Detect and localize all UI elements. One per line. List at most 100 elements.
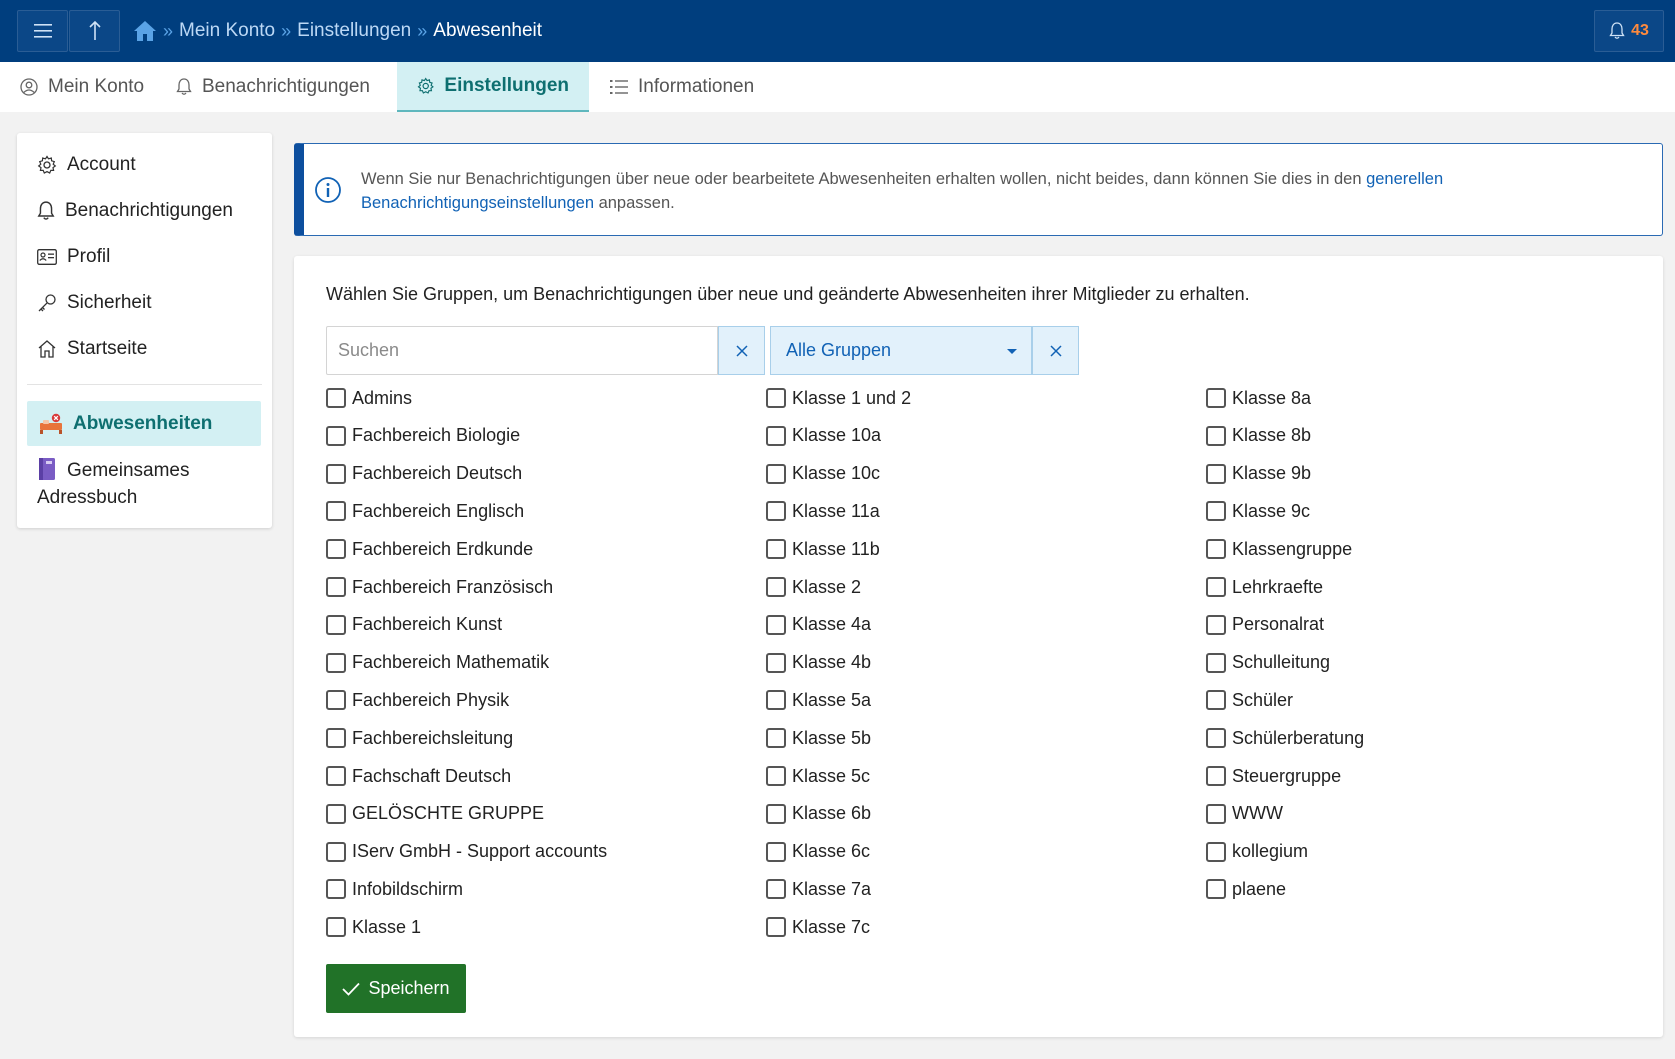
group-checkbox[interactable] [326, 803, 346, 824]
group-checkbox[interactable] [766, 463, 786, 484]
save-button[interactable]: Speichern [326, 964, 466, 1013]
group-checkbox[interactable] [1206, 803, 1226, 824]
group-checkbox-item[interactable]: Fachschaft Deutsch [326, 764, 511, 788]
group-checkbox-item[interactable]: Klasse 11a [766, 499, 880, 523]
group-checkbox-item[interactable]: Schüler [1206, 688, 1293, 712]
group-checkbox-item[interactable]: WWW [1206, 802, 1283, 826]
group-checkbox-item[interactable]: Fachbereich Physik [326, 688, 509, 712]
group-checkbox[interactable] [326, 539, 346, 560]
group-checkbox[interactable] [1206, 388, 1226, 408]
group-filter-select[interactable]: Alle Gruppen [770, 326, 1032, 375]
clear-filter-button[interactable] [1032, 326, 1079, 375]
group-checkbox[interactable] [766, 577, 786, 597]
group-checkbox[interactable] [766, 879, 786, 900]
group-checkbox[interactable] [766, 917, 786, 938]
sidebar-item-sicherheit[interactable]: Sicherheit [37, 288, 152, 318]
group-checkbox[interactable] [326, 501, 346, 522]
group-checkbox[interactable] [1206, 690, 1226, 711]
group-checkbox-item[interactable]: Infobildschirm [326, 877, 463, 901]
group-checkbox[interactable] [1206, 652, 1226, 673]
group-checkbox[interactable] [766, 803, 786, 824]
group-checkbox-item[interactable]: Klasse 4a [766, 613, 871, 637]
group-checkbox[interactable] [326, 614, 346, 635]
group-checkbox-item[interactable]: Klasse 8b [1206, 424, 1311, 448]
group-checkbox-item[interactable]: kollegium [1206, 840, 1308, 864]
group-checkbox-item[interactable]: Schulleitung [1206, 651, 1330, 675]
group-checkbox[interactable] [1206, 463, 1226, 484]
group-checkbox-item[interactable]: Klasse 4b [766, 651, 871, 675]
group-checkbox-item[interactable]: Klasse 6c [766, 840, 870, 864]
group-checkbox[interactable] [1206, 501, 1226, 522]
group-checkbox[interactable] [1206, 841, 1226, 862]
group-checkbox-item[interactable]: Klasse 6b [766, 802, 871, 826]
group-checkbox-item[interactable]: Fachbereich Deutsch [326, 462, 522, 486]
group-checkbox-item[interactable]: Fachbereich Kunst [326, 613, 502, 637]
group-checkbox-item[interactable]: IServ GmbH - Support accounts [326, 840, 607, 864]
group-checkbox-item[interactable]: Fachbereich Erdkunde [326, 537, 533, 561]
group-checkbox-item[interactable]: Klassengruppe [1206, 537, 1352, 561]
group-checkbox[interactable] [326, 388, 346, 408]
sidebar-item-startseite[interactable]: Startseite [37, 334, 147, 364]
group-checkbox-item[interactable]: Klasse 8a [1206, 386, 1311, 410]
group-checkbox-item[interactable]: Steuergruppe [1206, 764, 1341, 788]
breadcrumb-einstellungen[interactable]: Einstellungen [297, 20, 411, 42]
group-checkbox-item[interactable]: Klasse 5b [766, 726, 871, 750]
group-checkbox[interactable] [766, 501, 786, 522]
group-checkbox[interactable] [326, 879, 346, 900]
group-checkbox-item[interactable]: Lehrkraefte [1206, 575, 1323, 599]
group-checkbox[interactable] [1206, 766, 1226, 786]
group-checkbox[interactable] [326, 577, 346, 597]
tab-mein-konto[interactable]: Mein Konto [0, 62, 164, 112]
menu-button[interactable] [17, 10, 68, 52]
home-icon[interactable] [133, 20, 157, 42]
sidebar-item-adressbuch[interactable]: Gemeinsames Adressbuch [37, 457, 257, 511]
group-checkbox[interactable] [326, 841, 346, 862]
sidebar-item-account[interactable]: Account [37, 150, 136, 180]
tab-einstellungen[interactable]: Einstellungen [397, 62, 589, 112]
tab-benachrichtigungen[interactable]: Benachrichtigungen [156, 62, 390, 112]
group-checkbox[interactable] [766, 425, 786, 446]
group-checkbox-item[interactable]: Klasse 10a [766, 424, 881, 448]
up-button[interactable] [69, 10, 120, 52]
group-checkbox-item[interactable]: Fachbereich Englisch [326, 499, 524, 523]
group-checkbox-item[interactable]: Klasse 11b [766, 537, 880, 561]
group-checkbox-item[interactable]: Fachbereich Biologie [326, 424, 520, 448]
group-checkbox-item[interactable]: Klasse 10c [766, 462, 880, 486]
group-checkbox[interactable] [766, 388, 786, 408]
group-checkbox[interactable] [1206, 425, 1226, 446]
group-checkbox-item[interactable]: Klasse 7c [766, 915, 870, 939]
group-checkbox-item[interactable]: GELÖSCHTE GRUPPE [326, 802, 544, 826]
group-checkbox[interactable] [326, 766, 346, 786]
group-checkbox[interactable] [326, 728, 346, 749]
notifications-button[interactable]: 43 [1594, 10, 1664, 52]
tab-informationen[interactable]: Informationen [590, 62, 774, 112]
group-checkbox[interactable] [766, 766, 786, 786]
group-checkbox-item[interactable]: Klasse 5c [766, 764, 870, 788]
clear-search-button[interactable] [718, 326, 765, 375]
group-checkbox[interactable] [1206, 614, 1226, 635]
search-input[interactable] [326, 326, 718, 375]
breadcrumb-mein-konto[interactable]: Mein Konto [179, 20, 275, 42]
group-checkbox[interactable] [766, 841, 786, 862]
sidebar-item-abwesenheiten[interactable]: Abwesenheiten [27, 401, 261, 446]
group-checkbox-item[interactable]: Klasse 2 [766, 575, 861, 599]
group-checkbox-item[interactable]: Klasse 5a [766, 688, 871, 712]
group-checkbox[interactable] [766, 614, 786, 635]
group-checkbox-item[interactable]: Schülerberatung [1206, 726, 1364, 750]
group-checkbox[interactable] [1206, 728, 1226, 749]
group-checkbox[interactable] [326, 652, 346, 673]
group-checkbox[interactable] [1206, 539, 1226, 560]
group-checkbox[interactable] [766, 652, 786, 673]
group-checkbox[interactable] [766, 539, 786, 560]
group-checkbox[interactable] [1206, 577, 1226, 597]
group-checkbox[interactable] [766, 690, 786, 711]
group-checkbox-item[interactable]: Klasse 1 und 2 [766, 386, 911, 410]
group-checkbox[interactable] [326, 425, 346, 446]
group-checkbox-item[interactable]: Fachbereich Mathematik [326, 651, 549, 675]
group-checkbox-item[interactable]: Personalrat [1206, 613, 1324, 637]
group-checkbox[interactable] [326, 463, 346, 484]
group-checkbox[interactable] [326, 917, 346, 938]
group-checkbox-item[interactable]: Klasse 9c [1206, 499, 1310, 523]
group-checkbox-item[interactable]: Fachbereichsleitung [326, 726, 513, 750]
group-checkbox-item[interactable]: plaene [1206, 877, 1286, 901]
